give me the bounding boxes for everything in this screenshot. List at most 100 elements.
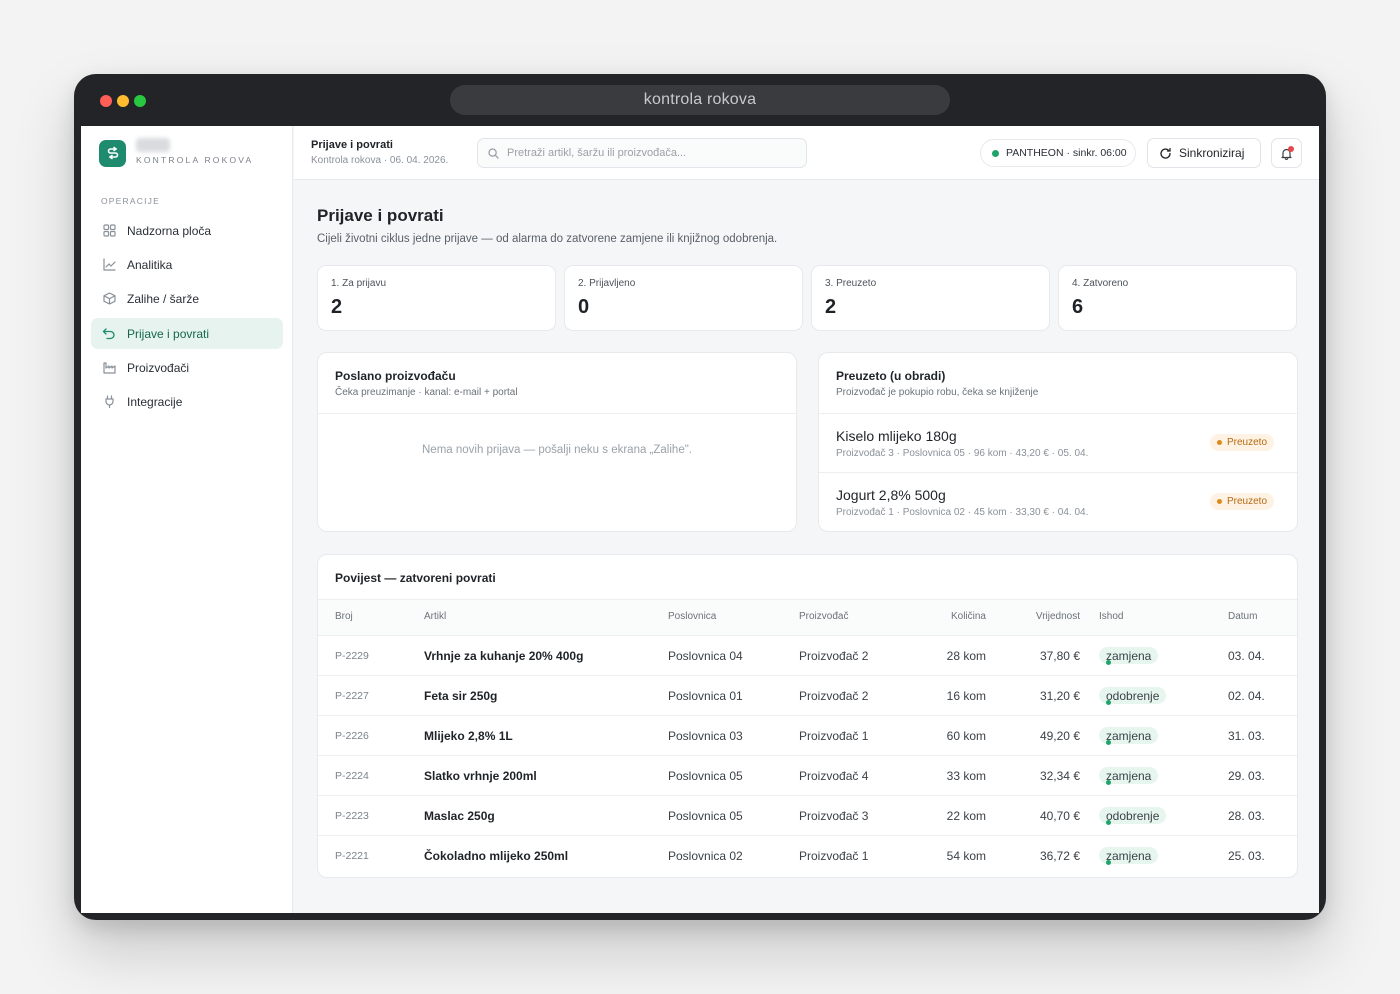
column-header[interactable]: Artikl [424, 611, 446, 622]
sync-button-label: Sinkroniziraj [1179, 146, 1245, 160]
stat-value: 0 [578, 296, 590, 318]
cell-number: P-2227 [335, 690, 369, 702]
cell-article: Slatko vrhnje 200ml [424, 769, 537, 783]
sidebar-item-integrations[interactable]: Integracije [91, 386, 283, 417]
cell-manufacturer: Proizvođač 1 [799, 849, 869, 863]
table-row[interactable]: P-2227 Feta sir 250g Poslovnica 01 Proiz… [318, 675, 1297, 715]
status-badge-label: Preuzeto [1227, 437, 1268, 448]
close-window-button[interactable] [100, 95, 112, 107]
column-header[interactable]: Vrijednost [1036, 611, 1080, 622]
cell-value: 32,34 € [1039, 769, 1080, 783]
sync-status-text: PANTHEON · sinkr. 06:00 [1006, 147, 1127, 159]
column-header[interactable]: Ishod [1099, 611, 1123, 622]
sidebar: KONTROLA ROKOVA OPERACIJE Nadzorna ploča… [81, 126, 293, 913]
status-dot-icon [1106, 820, 1111, 825]
table-row[interactable]: P-2229 Vrhnje za kuhanje 20% 400g Poslov… [318, 635, 1297, 675]
table-row[interactable]: P-2224 Slatko vrhnje 200ml Poslovnica 05… [318, 755, 1297, 795]
column-header[interactable]: Proizvođač [799, 611, 848, 622]
status-dot-icon [1106, 740, 1111, 745]
picked-item-meta: Proizvođač 1 · Poslovnica 02 · 45 kom · … [836, 507, 1089, 518]
box-icon [102, 292, 116, 306]
outcome-badge: zamjena [1099, 647, 1159, 665]
nav-section-label: OPERACIJE [101, 196, 160, 206]
cell-value: 36,72 € [1039, 849, 1080, 863]
sidebar-item-label: Prijave i povrati [127, 326, 210, 341]
column-header[interactable]: Količina [951, 611, 986, 622]
search-placeholder: Pretraži artikl, šaržu ili proizvođača..… [507, 147, 687, 159]
picked-item-name[interactable]: Kiselo mlijeko 180g [836, 428, 957, 444]
cell-quantity: 33 kom [946, 769, 986, 783]
column-header[interactable]: Poslovnica [668, 611, 716, 622]
sidebar-item-inventory[interactable]: Zalihe / šarže [91, 283, 283, 314]
card-title: Poslano proizvođaču [335, 369, 456, 383]
sidebar-item-label: Nadzorna ploča [127, 223, 212, 238]
search-input[interactable]: Pretraži artikl, šaržu ili proizvođača..… [477, 138, 807, 168]
status-dot-icon [992, 149, 999, 157]
picked-item-name[interactable]: Jogurt 2,8% 500g [836, 487, 946, 503]
history-table-card: Povijest — zatvoreni povrati Broj Artikl… [317, 554, 1298, 878]
cell-date: 03. 04. [1228, 649, 1265, 663]
address-bar[interactable]: kontrola rokova [450, 85, 950, 115]
cell-manufacturer: Proizvođač 2 [799, 649, 869, 663]
sidebar-item-label: Zalihe / šarže [127, 291, 200, 306]
stat-label: 3. Preuzeto [825, 278, 877, 289]
sidebar-item-label: Analitika [127, 257, 173, 272]
factory-icon [102, 361, 116, 375]
status-dot-icon [1106, 860, 1111, 865]
outcome-label: zamjena [1106, 728, 1152, 743]
stat-card-reported[interactable]: 2. Prijavljeno 0 [564, 265, 803, 331]
notifications-button[interactable] [1271, 138, 1302, 168]
table-row[interactable]: P-2226 Mlijeko 2,8% 1L Poslovnica 03 Pro… [318, 715, 1297, 755]
sync-button[interactable]: Sinkroniziraj [1147, 138, 1261, 168]
cell-date: 28. 03. [1228, 809, 1265, 823]
cell-quantity: 54 kom [946, 849, 986, 863]
cell-article: Feta sir 250g [424, 689, 498, 703]
stat-card-to-report[interactable]: 1. Za prijavu 2 [317, 265, 556, 331]
outcome-label: odobrenje [1106, 808, 1160, 823]
plug-icon [102, 395, 116, 409]
grid-icon [102, 224, 116, 238]
picked-up-card: Preuzeto (u obradi) Proizvođač je pokupi… [818, 352, 1298, 532]
sidebar-item-dashboard[interactable]: Nadzorna ploča [91, 215, 283, 246]
title-bar: kontrola rokova [74, 74, 1326, 126]
cell-value: 40,70 € [1039, 809, 1080, 823]
sidebar-item-label: Proizvođači [127, 360, 190, 375]
status-badge: Preuzeto [1210, 493, 1275, 510]
status-dot-icon [1106, 780, 1111, 785]
app-logo-icon[interactable] [99, 140, 126, 167]
cell-article: Čokoladno mlijeko 250ml [424, 849, 569, 863]
column-header[interactable]: Broj [335, 611, 353, 622]
maximize-window-button[interactable] [134, 95, 146, 107]
stat-label: 1. Za prijavu [331, 278, 387, 289]
stat-value: 6 [1072, 296, 1084, 318]
page-subtitle: Cijeli životni ciklus jedne prijave — od… [317, 233, 778, 245]
cell-date: 25. 03. [1228, 849, 1265, 863]
cell-branch: Poslovnica 03 [668, 729, 743, 743]
cell-article: Maslac 250g [424, 809, 495, 823]
brand-subtitle: KONTROLA ROKOVA [136, 155, 254, 165]
card-divider [318, 413, 796, 414]
cell-number: P-2229 [335, 650, 369, 662]
sidebar-item-manufacturers[interactable]: Proizvođači [91, 352, 283, 383]
outcome-badge: zamjena [1099, 847, 1159, 865]
picked-item-meta: Proizvođač 3 · Poslovnica 05 · 96 kom · … [836, 448, 1089, 459]
stat-label: 4. Zatvoreno [1072, 278, 1129, 289]
sidebar-item-returns[interactable]: Prijave i povrati [91, 318, 283, 349]
cell-value: 49,20 € [1039, 729, 1080, 743]
outcome-badge: zamjena [1099, 767, 1159, 785]
stat-label: 2. Prijavljeno [578, 278, 636, 289]
table-row[interactable]: P-2221 Čokoladno mlijeko 250ml Poslovnic… [318, 835, 1297, 875]
status-dot-icon [1106, 660, 1111, 665]
stat-card-picked-up[interactable]: 3. Preuzeto 2 [811, 265, 1050, 331]
outcome-badge: odobrenje [1099, 807, 1167, 825]
cell-manufacturer: Proizvođač 2 [799, 689, 869, 703]
table-row[interactable]: P-2223 Maslac 250g Poslovnica 05 Proizvo… [318, 795, 1297, 835]
cell-article: Vrhnje za kuhanje 20% 400g [424, 649, 584, 663]
minimize-window-button[interactable] [117, 95, 129, 107]
topbar-title: Prijave i povrati [311, 139, 393, 151]
column-header[interactable]: Datum [1228, 611, 1257, 622]
outcome-label: odobrenje [1106, 688, 1160, 703]
status-badge: Preuzeto [1210, 434, 1275, 451]
stat-card-closed[interactable]: 4. Zatvoreno 6 [1058, 265, 1297, 331]
sidebar-item-analytics[interactable]: Analitika [91, 249, 283, 280]
